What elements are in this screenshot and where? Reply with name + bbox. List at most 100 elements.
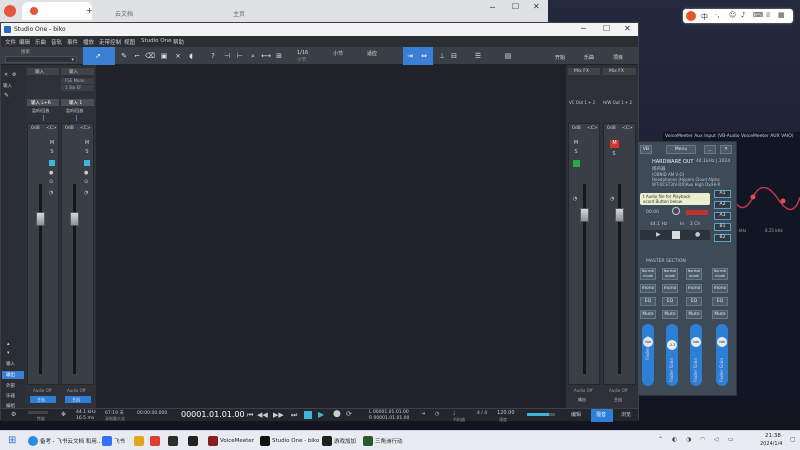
menu-track[interactable]: 音轨 (51, 38, 62, 46)
task-game-booster[interactable]: 游戏加加 (322, 434, 356, 448)
menu-edit[interactable]: 编辑 (19, 38, 30, 46)
left-panel-close-icon[interactable]: ✕ (4, 72, 8, 78)
right-tab-2[interactable]: Mix FX (603, 68, 636, 75)
folder-icon[interactable] (134, 436, 144, 446)
ch1-fader-knob[interactable] (36, 212, 45, 226)
loop-left[interactable]: L 00001.01.01.00 (369, 410, 409, 415)
menu-play[interactable]: 播放 (83, 38, 94, 46)
menu-grid-icon[interactable]: ▦ (778, 11, 785, 19)
tab-project[interactable]: 项目 (613, 54, 623, 61)
vm-bus-b2[interactable]: B2 (714, 234, 731, 242)
maximize-icon[interactable]: ☐ (512, 2, 519, 11)
left-panel-item-output[interactable]: 输出 (6, 372, 15, 378)
mixer-header-2[interactable]: 输入 (61, 68, 94, 75)
task-feishu[interactable]: 飞书 (102, 434, 125, 448)
left-panel-item-input[interactable]: 输入 (6, 361, 15, 367)
menu-song[interactable]: 乐曲 (35, 38, 46, 46)
right-tab-1[interactable]: Mix FX (568, 68, 600, 75)
metronome-settings-icon[interactable]: ✻ (61, 411, 66, 418)
new-tab-icon[interactable]: + (86, 6, 93, 15)
erase-tool-icon[interactable]: ⌫ (145, 51, 155, 61)
volume-icon[interactable]: ◁ (714, 436, 719, 443)
autoscroll-group[interactable]: ⇥ ⇔ (403, 47, 433, 65)
tab2-label[interactable]: 云文档 (115, 9, 133, 18)
mute-tool-icon[interactable]: ⨯ (173, 51, 183, 61)
marker-icon[interactable]: ⊥ (437, 51, 447, 61)
right-ch1-pan[interactable]: <C> (587, 126, 598, 131)
task-delta-force[interactable]: 三角洲行动 (363, 434, 403, 448)
ch1-volume[interactable]: 0dB (31, 126, 40, 131)
help-tool-icon[interactable]: ? (208, 51, 218, 61)
vm-mono-1[interactable]: mono (640, 284, 656, 293)
right-ch2-solo-button[interactable]: S (610, 151, 618, 158)
end-icon[interactable]: ⏭ (291, 411, 297, 420)
autoscroll-icon[interactable]: ⇥ (405, 51, 415, 61)
tab-song[interactable]: 乐曲 (584, 54, 594, 61)
record-button[interactable]: ● (333, 409, 341, 419)
vm-record-icon[interactable]: ● (695, 231, 700, 238)
vm-cassette-knob-icon[interactable] (672, 207, 680, 215)
menu-transport[interactable]: 走带控制 (99, 38, 121, 46)
loop-right[interactable]: R 00001.01.01.00 (369, 416, 409, 421)
channel-1-monitor[interactable]: 监听/回放 (32, 108, 49, 114)
vm-bus-b1[interactable]: B1 (714, 223, 731, 231)
emoji-icon[interactable]: ☺ (729, 11, 736, 19)
notification-icon[interactable]: ▢ (790, 436, 796, 443)
right-ch1-volume[interactable]: 0dB (572, 126, 581, 131)
bend-tool-icon[interactable]: ⊢ (235, 51, 245, 61)
right-ch2-volume[interactable]: 0dB (607, 126, 616, 131)
loop-icon[interactable]: ⟳ (346, 410, 352, 418)
right-ch2-time-icon[interactable]: ◔ (610, 196, 614, 202)
ch2-mute-button[interactable]: M (83, 140, 91, 147)
app-icon-2[interactable] (188, 436, 198, 446)
channel-2-name-bg[interactable]: 输入 1 (61, 99, 94, 106)
position-display[interactable]: 00001.01.01.00 (181, 410, 245, 419)
vm-device-4[interactable]: WT-DCST3(V-DX)Aux High Dx/Hi-R (652, 182, 720, 187)
right-ch1-green-toggle[interactable] (573, 160, 580, 167)
ch2-input-icon[interactable]: ⊙ (84, 179, 88, 185)
ch2-volume[interactable]: 0dB (65, 126, 74, 131)
stop-button[interactable] (304, 411, 312, 419)
start-icon[interactable]: ⊞ (8, 435, 16, 446)
insert-slot-1[interactable]: FSE Mono (61, 78, 94, 84)
tray-icon-2[interactable]: ◑ (686, 436, 691, 443)
forward-icon[interactable]: ▶▶ (273, 411, 284, 419)
bottom-tab-edit[interactable]: 编辑 (571, 411, 581, 418)
s1-maximize-icon[interactable]: ☐ (603, 24, 610, 33)
back-icon[interactable]: ◀◀ (257, 411, 268, 419)
track-list-icon[interactable]: ☰ (473, 51, 483, 61)
vm-eq-4[interactable]: EQ (712, 297, 728, 306)
bottom-tab-mix-bg[interactable]: 混音 (591, 409, 613, 422)
paint-tool-icon[interactable]: ▣ (159, 51, 169, 61)
channel-1-name-bg[interactable]: 输入 L+R (27, 99, 59, 106)
listen-tool-icon[interactable]: ◖ (186, 51, 196, 61)
ch2-record-icon[interactable]: ● (84, 170, 88, 176)
battery-icon[interactable]: ▭ (728, 436, 734, 443)
vm-bus-a3[interactable]: A3 (714, 212, 731, 220)
tab-start[interactable]: 开始 (555, 54, 565, 61)
ch2-pan[interactable]: <C> (80, 126, 91, 131)
vm-mode-1[interactable]: Normal mode (640, 268, 656, 280)
vm-mute-1[interactable]: Mute (640, 310, 656, 319)
time-signature[interactable]: 4 / 4 (477, 411, 487, 416)
ch2-out-bg[interactable]: 主出 (65, 396, 91, 403)
task-voicemeeter[interactable]: VoiceMeeter (208, 434, 254, 448)
ime-toolbar[interactable]: 中 ·, ☺ ♪ ⌨ ♕ ▦ (683, 9, 793, 23)
right-ch1-fader-knob[interactable] (580, 208, 589, 222)
app-icon-1[interactable] (168, 436, 178, 446)
right-ch2-fader-knob[interactable] (615, 208, 624, 222)
left-panel-pen-icon[interactable]: ✎ (4, 92, 9, 99)
menu-help[interactable]: 帮助 (173, 38, 184, 46)
vm-mode-3[interactable]: Normal mode (686, 268, 702, 280)
right-ch2-pan[interactable]: <C> (622, 126, 633, 131)
task-feishu-doc[interactable]: 备考 - 飞书云文档 和用... (28, 434, 102, 448)
tempo[interactable]: 120.00 (497, 410, 515, 416)
vm-knob-2[interactable]: -3.3 (667, 340, 677, 350)
ch2-monitor-toggle[interactable] (84, 160, 90, 166)
vm-close-icon[interactable]: ✕ (720, 145, 732, 154)
ch1-mute-button[interactable]: M (48, 140, 56, 147)
inspector-icon[interactable]: ▤ (503, 51, 513, 61)
follow-icon[interactable]: ⇔ (419, 51, 429, 61)
channel-2-monitor[interactable]: 监听/回放 (66, 108, 83, 114)
vm-eq-1[interactable]: EQ (640, 297, 656, 306)
